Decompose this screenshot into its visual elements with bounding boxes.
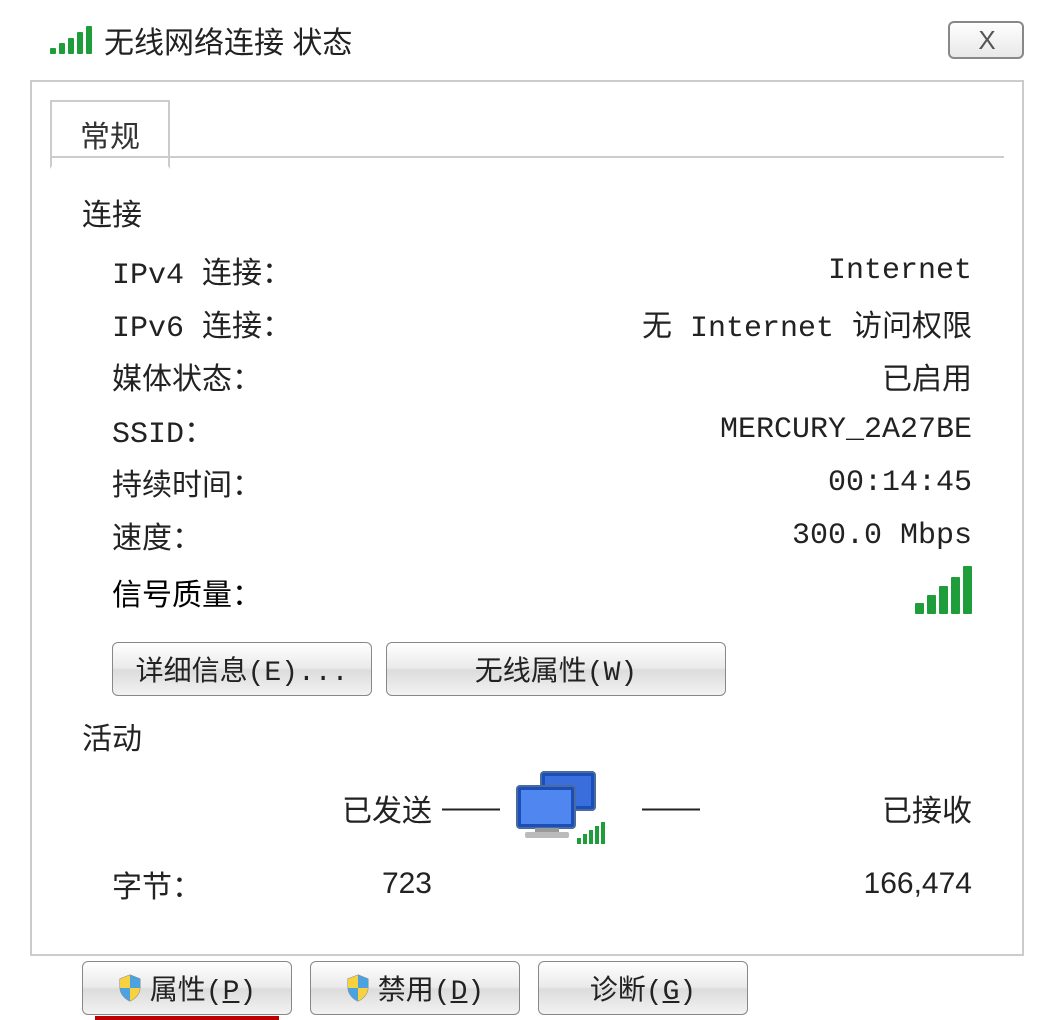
row-ipv6: IPv6 连接： 无 Internet 访问权限 [82, 297, 972, 350]
dash-right: —— [642, 791, 682, 825]
titlebar-left: 无线网络连接 状态 [50, 18, 352, 62]
wireless-properties-button[interactable]: 无线属性(W) [386, 642, 726, 696]
window-title: 无线网络连接 状态 [104, 18, 352, 62]
shield-icon [346, 974, 370, 1002]
content-frame: 常规 连接 IPv4 连接： Internet IPv6 连接： 无 Inter… [30, 80, 1024, 956]
bytes-received-value: 166,474 [682, 867, 972, 901]
ipv6-label: IPv6 连接： [112, 301, 292, 346]
bottom-button-row: 属性(P) 禁用(D) 诊断(G) [82, 961, 972, 1015]
bytes-sent-value: 723 [292, 867, 442, 901]
disable-button[interactable]: 禁用(D) [310, 961, 520, 1015]
media-label: 媒体状态： [112, 354, 262, 399]
network-activity-icon-cell [482, 768, 642, 848]
dash-left: —— [442, 791, 482, 825]
activity-section: 活动 已发送 —— [82, 714, 972, 906]
tab-general[interactable]: 常规 [50, 100, 170, 169]
row-duration: 持续时间： 00:14:45 [82, 456, 972, 509]
wifi-status-dialog: 无线网络连接 状态 X 常规 连接 IPv4 连接： Internet IPv6… [0, 0, 1054, 966]
row-ipv4: IPv4 连接： Internet [82, 244, 972, 297]
activity-grid: 已发送 —— [82, 768, 972, 906]
row-signal: 信号质量： [82, 562, 972, 622]
ipv4-value: Internet [828, 254, 972, 288]
row-speed: 速度： 300.0 Mbps [82, 509, 972, 562]
properties-highlight-underline [95, 1016, 279, 1020]
sent-label: 已发送 [292, 786, 442, 830]
connection-buttons: 详细信息(E)... 无线属性(W) [112, 642, 972, 696]
network-computers-icon [507, 768, 617, 848]
speed-label: 速度： [112, 513, 202, 558]
wifi-signal-icon [50, 26, 92, 54]
ssid-value: MERCURY_2A27BE [720, 413, 972, 447]
diagnose-button[interactable]: 诊断(G) [538, 961, 748, 1015]
bytes-label: 字节： [112, 862, 292, 906]
signal-label: 信号质量： [112, 570, 262, 614]
row-media: 媒体状态： 已启用 [82, 350, 972, 403]
signal-strength-icon [915, 566, 972, 614]
duration-value: 00:14:45 [828, 466, 972, 500]
connection-section-title: 连接 [82, 190, 972, 234]
received-label: 已接收 [682, 786, 972, 830]
close-icon: X [978, 25, 993, 56]
properties-button-label: 属性(P) [150, 968, 256, 1008]
details-button[interactable]: 详细信息(E)... [112, 642, 372, 696]
media-value: 已启用 [882, 354, 972, 399]
speed-value: 300.0 Mbps [792, 519, 972, 553]
disable-button-label: 禁用(D) [378, 968, 484, 1008]
wireless-properties-label: 无线属性(W) [475, 649, 637, 689]
details-button-label: 详细信息(E)... [136, 649, 349, 689]
ssid-label: SSID： [112, 407, 214, 452]
diagnose-button-label: 诊断(G) [590, 968, 696, 1008]
tab-general-label: 常规 [80, 121, 140, 154]
shield-icon [118, 974, 142, 1002]
ipv4-label: IPv4 连接： [112, 248, 292, 293]
ipv6-value: 无 Internet 访问权限 [642, 301, 972, 346]
close-button[interactable]: X [948, 21, 1024, 59]
titlebar: 无线网络连接 状态 X [0, 0, 1054, 72]
tab-underline [50, 156, 1004, 158]
tab-strip: 常规 [50, 80, 1004, 149]
row-ssid: SSID： MERCURY_2A27BE [82, 403, 972, 456]
duration-label: 持续时间： [112, 460, 262, 505]
activity-section-title: 活动 [82, 714, 972, 758]
properties-button[interactable]: 属性(P) [82, 961, 292, 1015]
panel-body: 连接 IPv4 连接： Internet IPv6 连接： 无 Internet… [82, 182, 972, 934]
